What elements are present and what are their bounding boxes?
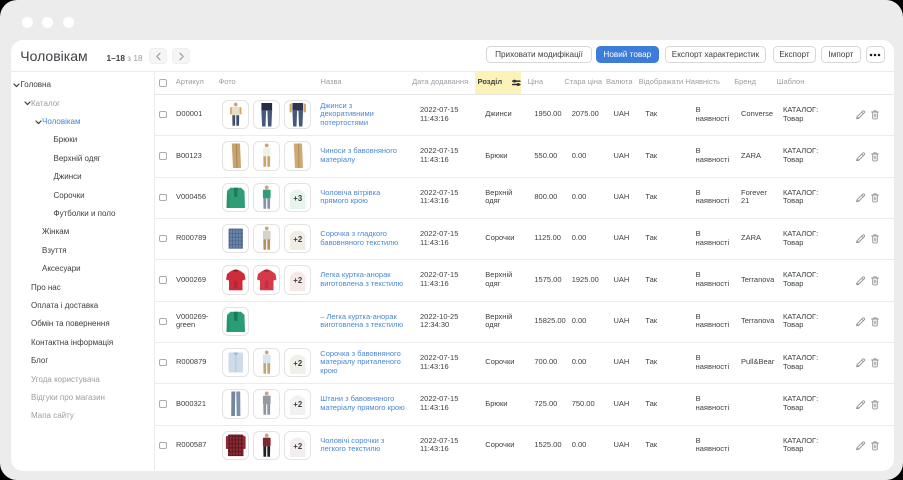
svg-text:+2: +2 xyxy=(293,400,303,409)
svg-text:+3: +3 xyxy=(293,193,303,202)
svg-text:+2: +2 xyxy=(293,235,303,244)
svg-text:+2: +2 xyxy=(293,441,303,450)
svg-text:+2: +2 xyxy=(293,359,303,368)
svg-text:+2: +2 xyxy=(293,276,303,285)
